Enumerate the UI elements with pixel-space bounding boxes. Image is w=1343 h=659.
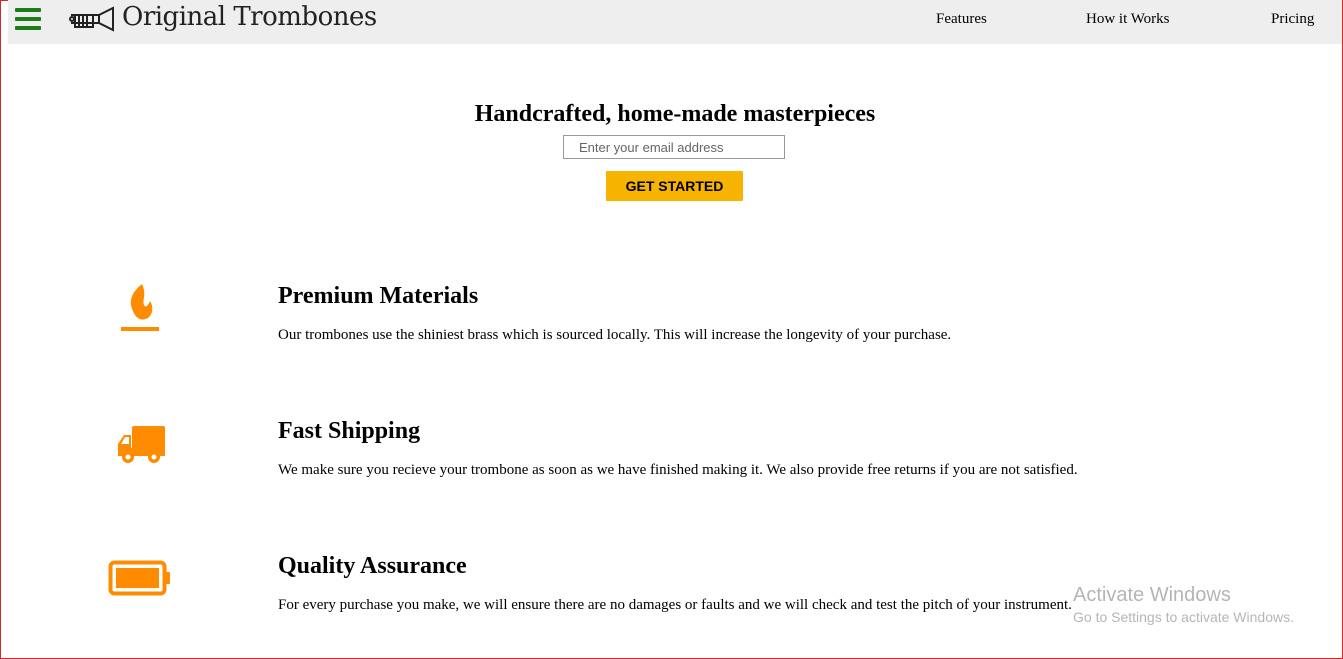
site-header: Original Trombones Features How it Works…	[8, 0, 1342, 44]
trombone-icon	[69, 6, 114, 32]
feature-title: Quality Assurance	[278, 553, 467, 579]
feature-title: Premium Materials	[278, 283, 479, 309]
nav-link-how-it-works[interactable]: How it Works	[1086, 11, 1170, 28]
hero-title: Handcrafted, home-made masterpieces	[474, 101, 876, 127]
feature-description: Our trombones use the shiniest brass whi…	[278, 327, 952, 343]
feature-description: For every purchase you make, we will ens…	[278, 597, 1072, 613]
email-input[interactable]	[563, 135, 785, 159]
feature-title: Fast Shipping	[278, 418, 421, 444]
truck-icon	[118, 426, 165, 463]
fire-icon	[121, 284, 159, 331]
feature-description: We make sure you recieve your trombone a…	[278, 462, 1078, 478]
activate-windows-title: Activate Windows	[1073, 584, 1231, 606]
logo-text[interactable]: Original Trombones	[122, 2, 377, 32]
nav-link-pricing[interactable]: Pricing	[1271, 11, 1314, 28]
hamburger-icon[interactable]	[15, 8, 41, 30]
battery-full-icon	[108, 560, 170, 596]
activate-windows-subtitle: Go to Settings to activate Windows.	[1073, 609, 1294, 625]
get-started-button[interactable]: GET STARTED	[606, 171, 743, 201]
nav-link-features[interactable]: Features	[936, 11, 987, 28]
